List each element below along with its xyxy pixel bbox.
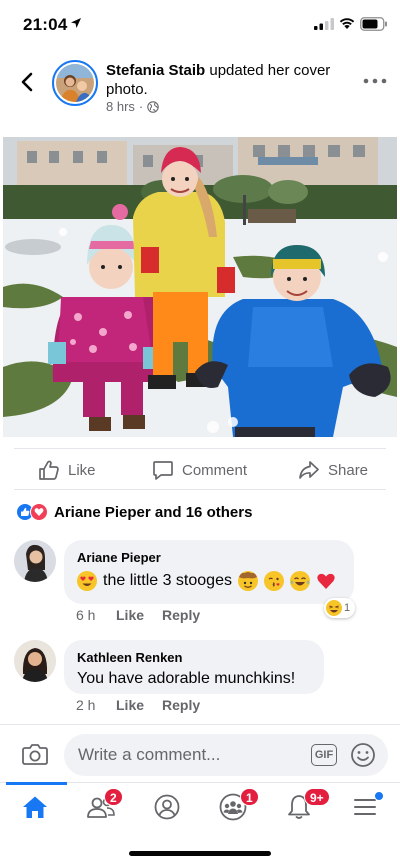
reactions-summary[interactable]: Ariane Pieper and 16 others: [16, 502, 252, 522]
comment-actions: 2 h Like Reply: [76, 697, 200, 713]
like-button[interactable]: Like: [38, 457, 96, 483]
comment-like-button[interactable]: Like: [116, 697, 162, 713]
love-reaction-icon: [30, 503, 48, 521]
share-button-label: Share: [328, 461, 369, 479]
heart-eyes-emoji: [77, 571, 97, 591]
post-action-bar: Like Comment Share: [14, 448, 386, 490]
share-arrow-icon: [299, 461, 319, 479]
comment-reply-button[interactable]: Reply: [162, 607, 200, 623]
home-icon: [23, 796, 47, 818]
battery-icon: [360, 17, 387, 31]
wifi-icon: [339, 18, 355, 29]
comment-like-button[interactable]: Like: [116, 607, 162, 623]
comment-reaction-count: 1: [344, 602, 351, 614]
tab-notifications[interactable]: 9+: [266, 783, 332, 831]
comment-reply-button[interactable]: Reply: [162, 697, 200, 713]
comment-text: the little 3 stooges: [77, 570, 341, 592]
gif-button[interactable]: GIF: [311, 744, 337, 766]
post-author-name[interactable]: Stefania Staib: [106, 62, 205, 79]
back-arrow-icon[interactable]: [14, 68, 42, 96]
status-bar: 21:04: [0, 0, 400, 48]
share-button[interactable]: Share: [298, 457, 368, 483]
comment-bubble[interactable]: Kathleen Renken You have adorable munchk…: [64, 640, 324, 694]
kiss-emoji: [263, 571, 284, 591]
status-time: 21:04: [23, 15, 68, 34]
comment-bubble-icon: [153, 461, 173, 480]
comment-text-body: the little 3 stooges: [103, 572, 232, 589]
tab-friends[interactable]: 2: [68, 783, 134, 831]
post-header: Stefania Staib updated her cover photo. …: [0, 56, 400, 120]
notifications-badge: 9+: [304, 788, 330, 806]
author-avatar[interactable]: [52, 60, 98, 106]
author-avatar-image: [56, 64, 94, 102]
tab-profile[interactable]: [134, 783, 200, 831]
reaction-icons: [16, 503, 50, 521]
commenter-avatar[interactable]: [14, 540, 56, 582]
reactions-summary-text: Ariane Pieper and 16 others: [54, 503, 253, 521]
red-heart-emoji: [316, 571, 336, 591]
comment-text: You have adorable munchkins!: [77, 670, 296, 687]
comment-input[interactable]: [64, 734, 388, 776]
tab-groups[interactable]: 1: [200, 783, 266, 831]
post-photo[interactable]: [3, 137, 397, 437]
home-indicator: [129, 851, 271, 856]
active-tab-indicator: [6, 782, 67, 785]
commenter-avatar-image: [14, 640, 56, 682]
tab-menu[interactable]: [332, 783, 398, 831]
cowboy-emoji: [237, 571, 258, 591]
commenter-name[interactable]: Ariane Pieper: [77, 549, 341, 566]
comment-item: Ariane Pieper the little 3 stooges 1 6 h…: [14, 540, 386, 630]
emoji-picker-icon[interactable]: [350, 742, 376, 768]
tab-home[interactable]: [2, 782, 68, 831]
like-button-label: Like: [68, 461, 96, 479]
comment-item: Kathleen Renken You have adorable munchk…: [14, 640, 386, 716]
thumbs-up-icon: [39, 460, 59, 480]
comment-button-label: Comment: [182, 461, 248, 479]
tears-of-joy-emoji: [289, 571, 310, 591]
cellular-signal-icon: [314, 18, 334, 30]
meta-separator: ·: [138, 99, 144, 114]
commenter-name[interactable]: Kathleen Renken: [77, 649, 311, 666]
menu-notification-dot: [374, 791, 384, 801]
commenter-avatar[interactable]: [14, 640, 56, 682]
comment-time: 2 h: [76, 697, 96, 713]
comment-composer: GIF: [0, 724, 400, 784]
comment-bubble[interactable]: Ariane Pieper the little 3 stooges: [64, 540, 354, 604]
bottom-tab-bar: 2 1 9+: [0, 782, 400, 832]
haha-emoji: [326, 600, 342, 616]
cover-photo-image: [3, 137, 397, 437]
friends-badge: 2: [104, 788, 123, 806]
more-options-icon[interactable]: [362, 76, 388, 86]
post-time[interactable]: 8 hrs: [106, 99, 135, 114]
comment-button[interactable]: Comment: [152, 457, 247, 483]
camera-icon[interactable]: [22, 742, 48, 766]
profile-icon: [154, 794, 180, 820]
location-arrow-icon: [71, 18, 81, 28]
post-meta: 8 hrs ·: [106, 99, 159, 114]
groups-badge: 1: [240, 788, 259, 806]
comment-actions: 6 h Like Reply: [76, 607, 200, 623]
post-title: Stefania Staib updated her cover photo.: [106, 61, 356, 99]
menu-icon: [354, 799, 376, 815]
comment-time: 6 h: [76, 607, 96, 623]
comment-reaction-badge[interactable]: 1: [324, 598, 356, 618]
commenter-avatar-image: [14, 540, 56, 582]
globe-icon: [147, 100, 159, 113]
